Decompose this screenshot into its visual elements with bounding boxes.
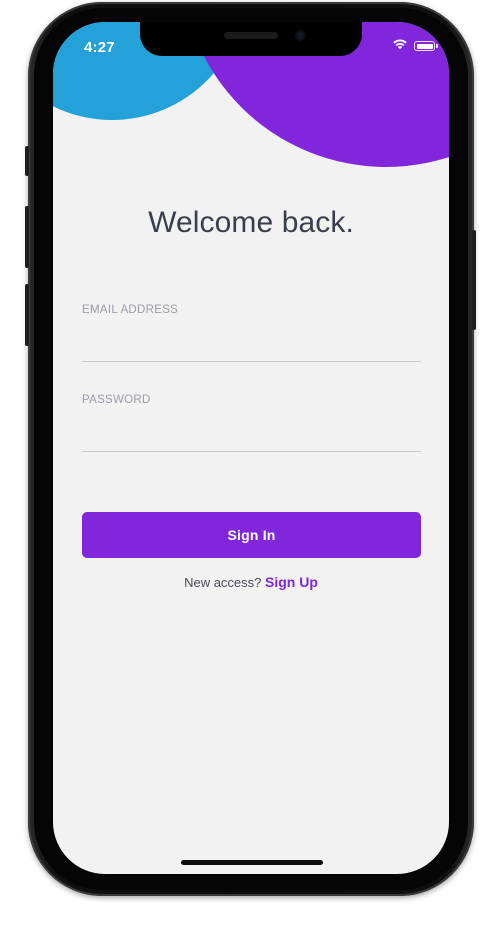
password-field[interactable]	[82, 421, 421, 452]
front-camera	[295, 30, 306, 41]
signup-prompt: New access?	[184, 575, 262, 590]
email-label: EMAIL ADDRESS	[82, 304, 179, 316]
app-screen: 4:27 Welcome back. EMAIL ADDRESS PASSWOR…	[53, 22, 449, 874]
home-indicator[interactable]	[181, 860, 323, 865]
page-title: Welcome back.	[148, 206, 354, 239]
earpiece-speaker	[224, 32, 278, 39]
volume-up-button	[25, 206, 29, 268]
email-field[interactable]	[82, 331, 421, 362]
wifi-icon	[392, 37, 408, 55]
volume-down-button	[25, 284, 29, 346]
status-time: 4:27	[84, 39, 115, 56]
sign-in-button[interactable]: Sign In	[82, 512, 421, 558]
battery-icon	[414, 41, 438, 51]
power-button	[472, 230, 476, 330]
status-icons	[392, 37, 438, 55]
signup-row: New access? Sign Up	[53, 574, 449, 590]
device-notch	[140, 22, 362, 56]
silent-switch	[25, 146, 29, 176]
sign-up-link[interactable]: Sign Up	[265, 574, 318, 590]
password-label: PASSWORD	[82, 394, 151, 406]
